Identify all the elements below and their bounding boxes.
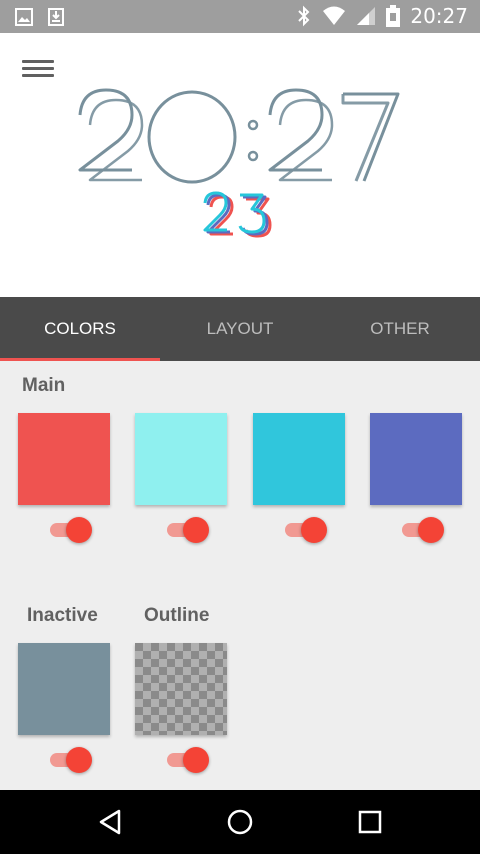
tab-colors[interactable]: COLORS xyxy=(0,297,160,361)
inactive-section-label: Inactive xyxy=(27,605,98,626)
main-color-swatch-4[interactable] xyxy=(370,413,462,505)
outline-section-label: Outline xyxy=(144,605,210,626)
main-section-label: Main xyxy=(22,375,66,396)
main-color-toggle-1[interactable] xyxy=(48,515,92,545)
main-color-toggle-3[interactable] xyxy=(283,515,327,545)
tab-layout[interactable]: LAYOUT xyxy=(160,297,320,361)
home-button[interactable] xyxy=(215,797,265,847)
inactive-color-toggle[interactable] xyxy=(48,745,92,775)
clock-preview: 20 27 xyxy=(0,33,480,297)
toggle-thumb xyxy=(66,747,92,773)
toggle-thumb xyxy=(183,747,209,773)
image-icon xyxy=(15,8,33,26)
main-color-toggle-2[interactable] xyxy=(165,515,209,545)
outline-color-toggle[interactable] xyxy=(165,745,209,775)
recents-button[interactable] xyxy=(345,797,395,847)
tab-bar: COLORS LAYOUT OTHER xyxy=(0,297,480,361)
wifi-icon xyxy=(323,6,346,25)
clock-face: 20 27 xyxy=(78,88,400,238)
inactive-color-swatch[interactable] xyxy=(18,643,110,735)
toggle-thumb xyxy=(183,517,209,543)
battery-icon xyxy=(386,5,401,27)
status-time: 20:27 xyxy=(410,4,468,28)
bluetooth-icon xyxy=(298,5,310,27)
toggle-thumb xyxy=(418,517,444,543)
tab-other[interactable]: OTHER xyxy=(320,297,480,361)
signal-icon xyxy=(357,7,376,25)
main-color-swatch-1[interactable] xyxy=(18,413,110,505)
seconds-display xyxy=(203,191,272,238)
home-icon xyxy=(227,809,253,835)
toggle-thumb xyxy=(301,517,327,543)
colors-panel: Main Inactive Outline xyxy=(0,361,480,790)
status-bar: 20:27 xyxy=(0,0,480,33)
main-color-toggle-4[interactable] xyxy=(400,515,444,545)
back-button[interactable] xyxy=(85,797,135,847)
back-icon xyxy=(99,809,121,835)
main-color-swatch-2[interactable] xyxy=(135,413,227,505)
recents-icon xyxy=(358,810,382,834)
outline-color-swatch[interactable] xyxy=(135,643,227,735)
main-color-swatch-3[interactable] xyxy=(253,413,345,505)
system-nav-bar xyxy=(0,790,480,854)
toggle-thumb xyxy=(66,517,92,543)
download-icon xyxy=(48,8,64,26)
